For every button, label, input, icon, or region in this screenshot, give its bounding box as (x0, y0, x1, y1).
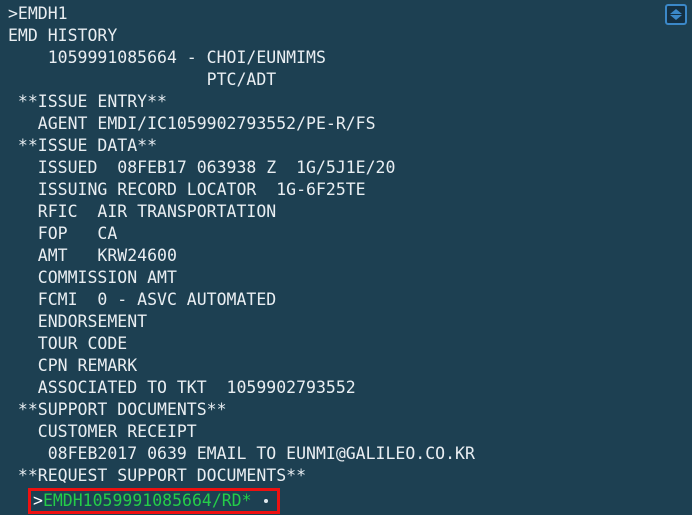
command-input-text[interactable]: EMDH1059991085664/RD* (43, 491, 252, 510)
terminal-line: ISSUING RECORD LOCATOR 1G-6F25TE (8, 180, 366, 199)
terminal-line: **ISSUE ENTRY** (8, 92, 167, 111)
terminal-line: FCMI 0 - ASVC AUTOMATED (8, 290, 277, 309)
terminal-output-area: >EMDH1 EMD HISTORY 1059991085664 - CHOI/… (0, 0, 692, 487)
terminal-line: >EMDH1 (8, 4, 68, 23)
terminal-line: COMMISSION AMT (8, 268, 177, 287)
terminal-line: TOUR CODE (8, 334, 128, 353)
terminal-line: EMD HISTORY (8, 26, 118, 45)
terminal-line: ISSUED 08FEB17 063938 Z 1G/5J1E/20 (8, 158, 396, 177)
terminal-line: FOP CA (8, 224, 118, 243)
terminal-window[interactable]: >EMDH1 EMD HISTORY 1059991085664 - CHOI/… (0, 0, 692, 515)
terminal-line: 1059991085664 - CHOI/EUNMIMS (8, 48, 326, 67)
terminal-line: **SUPPORT DOCUMENTS** (8, 400, 227, 419)
terminal-line: RFIC AIR TRANSPORTATION (8, 202, 277, 221)
terminal-line: PTC/ADT (8, 70, 277, 89)
terminal-line: 08FEB2017 0639 EMAIL TO EUNMI@GALILEO.CO… (8, 444, 475, 463)
terminal-line: AGENT EMDI/IC1059902793552/PE-R/FS (8, 114, 376, 133)
terminal-line: **ISSUE DATA** (8, 136, 158, 155)
text-cursor (263, 498, 268, 503)
terminal-line: ENDORSEMENT (8, 312, 148, 331)
terminal-line: AMT KRW24600 (8, 246, 177, 265)
prompt-caret: > (33, 491, 43, 510)
triangle-down-icon (670, 15, 682, 20)
triangle-up-icon (670, 9, 682, 14)
terminal-line: ASSOCIATED TO TKT 1059902793552 (8, 378, 356, 397)
terminal-line: CPN REMARK (8, 356, 138, 375)
terminal-line: **REQUEST SUPPORT DOCUMENTS** (8, 466, 307, 485)
scroll-up-down-icon[interactable] (665, 4, 687, 25)
command-prompt-row[interactable]: >EMDH1059991085664/RD* (0, 489, 268, 513)
terminal-line: CUSTOMER RECEIPT (8, 422, 197, 441)
